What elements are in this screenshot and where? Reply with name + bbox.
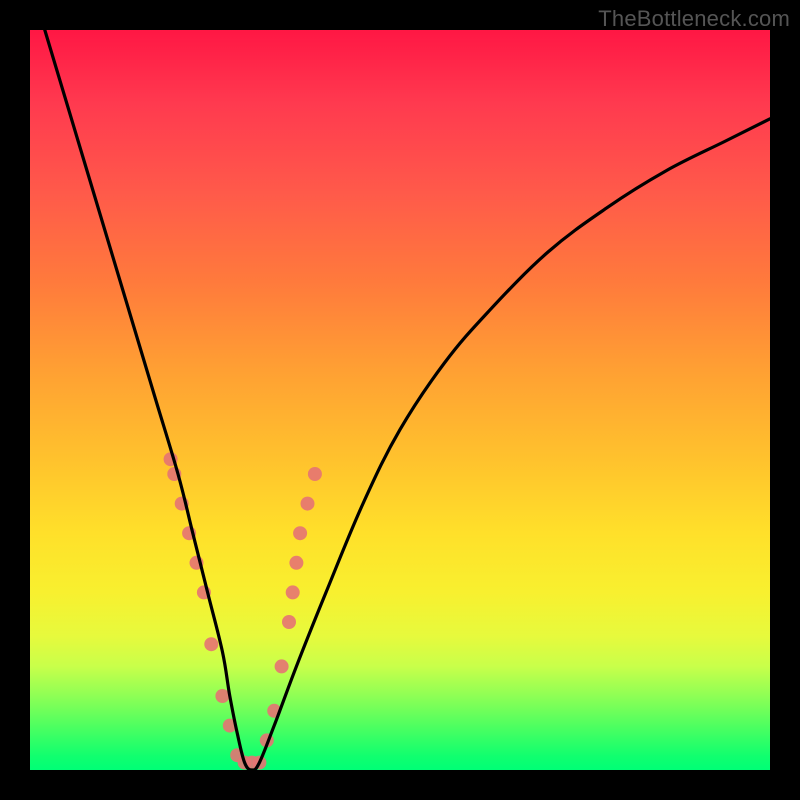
bottleneck-curve — [45, 30, 770, 770]
plot-area — [30, 30, 770, 770]
marker-layer — [164, 452, 322, 769]
marker-dot — [215, 689, 229, 703]
watermark-text: TheBottleneck.com — [598, 6, 790, 32]
marker-dot — [275, 659, 289, 673]
marker-dot — [308, 467, 322, 481]
marker-dot — [204, 637, 218, 651]
marker-dot — [289, 556, 303, 570]
marker-dot — [282, 615, 296, 629]
chart-svg — [30, 30, 770, 770]
marker-dot — [301, 497, 315, 511]
marker-dot — [286, 585, 300, 599]
chart-frame: TheBottleneck.com — [0, 0, 800, 800]
marker-dot — [293, 526, 307, 540]
